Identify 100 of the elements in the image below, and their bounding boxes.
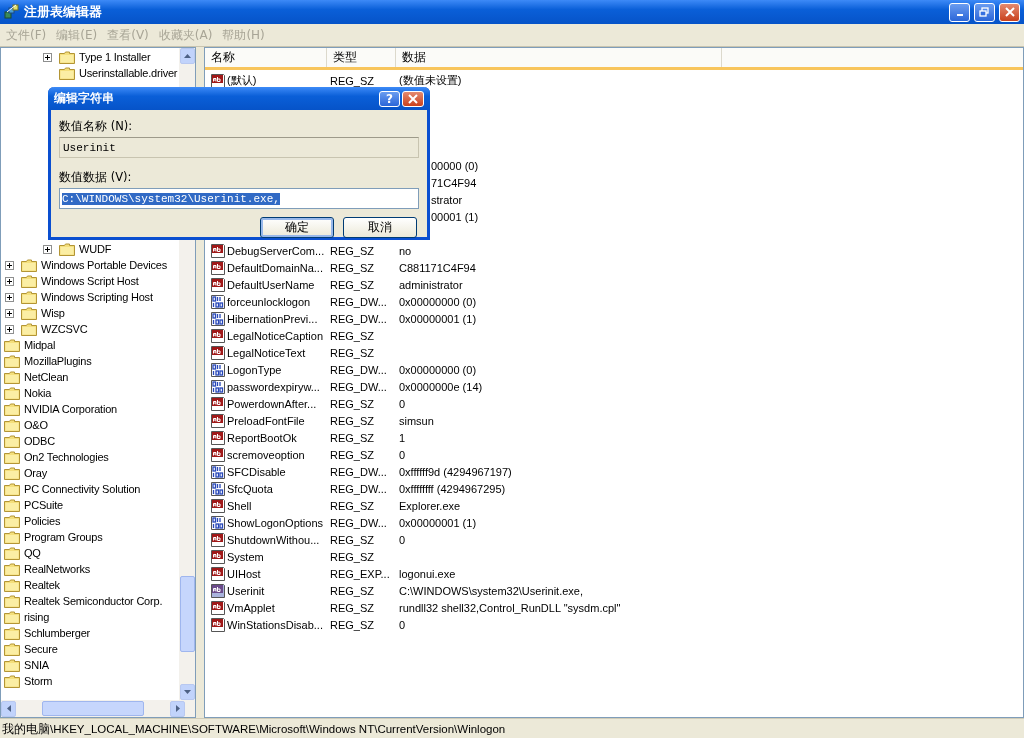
folder-icon: [4, 354, 20, 368]
value-name[interactable]: DefaultUserName: [227, 278, 315, 291]
value-name[interactable]: LegalNoticeCaption: [227, 329, 323, 342]
tree-item[interactable]: Windows Script Host: [41, 275, 139, 287]
value-name[interactable]: SfcQuota: [227, 482, 273, 495]
value-name[interactable]: Userinit: [227, 584, 265, 597]
tree-item[interactable]: NVIDIA Corporation: [24, 403, 117, 415]
tree-item[interactable]: MozillaPlugins: [24, 355, 92, 367]
folder-icon: [21, 306, 37, 320]
value-name[interactable]: ShowLogonOptions: [227, 516, 323, 529]
dialog-button[interactable]: 确定: [260, 217, 334, 238]
tree-item[interactable]: QQ: [24, 547, 41, 559]
close-button[interactable]: [402, 90, 424, 107]
folder-icon: [21, 274, 37, 288]
value-name[interactable]: ReportBootOk: [227, 431, 297, 444]
value-name[interactable]: forceunlocklogon: [227, 295, 311, 308]
tree-item[interactable]: Wisp: [41, 307, 65, 319]
folder-icon: [4, 674, 20, 688]
folder-icon: [4, 594, 20, 608]
tree-item[interactable]: Schlumberger: [24, 627, 91, 639]
value-name[interactable]: System: [227, 550, 264, 563]
expand-icon[interactable]: [5, 260, 14, 270]
up-arrow-icon[interactable]: [183, 54, 191, 58]
value-name[interactable]: LogonType: [227, 363, 282, 376]
tree-item[interactable]: Windows Scripting Host: [41, 291, 153, 303]
minimize-button[interactable]: [949, 2, 970, 22]
value-data-field[interactable]: C:\WINDOWS\system32\Userinit.exe,: [59, 188, 419, 209]
tree-item[interactable]: NetClean: [24, 371, 69, 383]
tree-item[interactable]: On2 Technologies: [24, 451, 109, 463]
tree-item[interactable]: rising: [24, 611, 50, 623]
tree-item[interactable]: Policies: [24, 515, 61, 527]
tree-item[interactable]: Midpal: [24, 339, 56, 351]
column-header[interactable]: 类型: [327, 48, 396, 67]
tree-item[interactable]: SNIA: [24, 659, 49, 671]
tree-item[interactable]: RealNetworks: [24, 563, 91, 575]
expand-icon[interactable]: [43, 52, 52, 62]
value-name[interactable]: PowerdownAfter...: [227, 397, 317, 410]
expand-icon[interactable]: [5, 308, 14, 318]
value-name[interactable]: PreloadFontFile: [227, 414, 305, 427]
expand-icon[interactable]: [5, 292, 14, 302]
dialog-button[interactable]: 取消: [343, 217, 417, 238]
tree-item[interactable]: Program Groups: [24, 531, 103, 543]
right-arrow-icon[interactable]: [175, 705, 180, 712]
value-type: REG_SZ: [330, 397, 374, 410]
value-type: REG_DW...: [330, 380, 387, 393]
tree-item[interactable]: Realtek: [24, 579, 60, 591]
expand-icon[interactable]: [5, 276, 14, 286]
restore-button[interactable]: [974, 2, 995, 22]
value-name[interactable]: LegalNoticeText: [227, 346, 306, 359]
horizontal-scrollbar[interactable]: [1, 700, 195, 717]
folder-icon: [4, 514, 20, 528]
value-name-field[interactable]: Userinit: [59, 137, 419, 158]
tree-item[interactable]: Oray: [24, 467, 48, 479]
folder-icon: [21, 290, 37, 304]
registry-icon: [4, 4, 20, 20]
help-button[interactable]: ?: [379, 90, 400, 107]
tree-item[interactable]: WUDF: [79, 243, 112, 255]
tree-item[interactable]: Secure: [24, 643, 58, 655]
column-header[interactable]: 名称: [205, 48, 327, 67]
scrollbar-thumb[interactable]: [179, 576, 195, 652]
folder-icon: [4, 578, 20, 592]
value-data: 0xffffffff (4294967295): [399, 482, 506, 495]
tree-item[interactable]: Windows Portable Devices: [41, 259, 168, 271]
left-arrow-icon[interactable]: [6, 705, 11, 712]
folder-icon: [59, 242, 75, 256]
tree-item[interactable]: Storm: [24, 675, 53, 687]
value-name[interactable]: DefaultDomainNa...: [227, 261, 323, 274]
tree-item[interactable]: PCSuite: [24, 499, 63, 511]
folder-icon: [4, 610, 20, 624]
value-type: REG_DW...: [330, 295, 387, 308]
value-name[interactable]: HibernationPrevi...: [227, 312, 318, 325]
value-name[interactable]: VmApplet: [227, 601, 275, 614]
scrollbar-thumb[interactable]: [42, 701, 144, 716]
tree-item[interactable]: Type 1 Installer: [79, 51, 151, 63]
tree-item[interactable]: Nokia: [24, 387, 52, 399]
value-name[interactable]: WinStationsDisab...: [227, 618, 323, 631]
down-arrow-icon[interactable]: [183, 690, 191, 694]
expand-icon[interactable]: [43, 244, 52, 254]
value-name[interactable]: passwordexpiryw...: [227, 380, 320, 393]
value-data: 0: [399, 618, 406, 631]
value-name[interactable]: DebugServerCom...: [227, 244, 325, 257]
value-data: no: [399, 244, 412, 257]
tree-item[interactable]: WZCSVC: [41, 323, 88, 335]
value-data: 0x00000000 (0): [399, 295, 477, 308]
value-data: logonui.exe: [399, 567, 456, 580]
tree-item[interactable]: Realtek Semiconductor Corp.: [24, 595, 163, 607]
value-name[interactable]: ShutdownWithou...: [227, 533, 320, 546]
value-name[interactable]: Shell: [227, 499, 252, 512]
value-name[interactable]: UIHost: [227, 567, 261, 580]
tree-item[interactable]: ODBC: [24, 435, 55, 447]
value-data: 0: [399, 533, 406, 546]
expand-icon[interactable]: [5, 324, 14, 334]
value-name[interactable]: (默认): [227, 73, 257, 88]
column-header[interactable]: 数据: [396, 48, 722, 67]
tree-item[interactable]: O&O: [24, 419, 48, 431]
tree-item[interactable]: PC Connectivity Solution: [24, 483, 141, 495]
close-button[interactable]: [999, 2, 1020, 22]
tree-item[interactable]: Userinstallable.driver: [79, 67, 178, 79]
value-name[interactable]: scremoveoption: [227, 448, 305, 461]
value-name[interactable]: SFCDisable: [227, 465, 286, 478]
